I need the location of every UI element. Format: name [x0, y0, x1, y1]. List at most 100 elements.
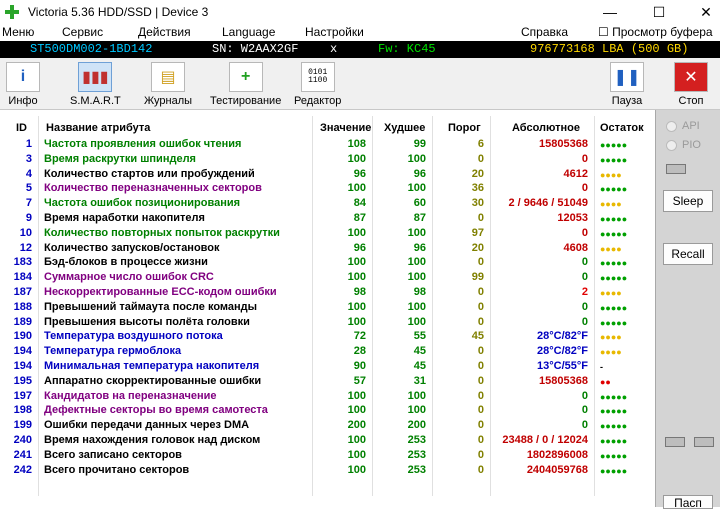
table-row[interactable]: 184 Суммарное число ошибок CRC 100 100 99 0 ●●…: [0, 271, 655, 286]
menu-help[interactable]: Справка: [521, 25, 568, 39]
close-button[interactable]: ✕: [684, 0, 720, 24]
cell-id: 183: [13, 256, 32, 269]
table-row[interactable]: 189 Превышения высоты полёта головки 100 10…: [0, 316, 655, 331]
cell-id: 242: [13, 463, 32, 476]
table-row[interactable]: 194 Температура гермоблока 28 45 0 28°C/82°F ●…: [0, 345, 655, 360]
cell-threshold: 36: [471, 182, 484, 195]
menu-service[interactable]: Сервис: [62, 25, 103, 39]
table-row[interactable]: 199 Ошибки передачи данных через DMA 200 20…: [0, 419, 655, 434]
cell-threshold: 30: [471, 197, 484, 210]
header-id[interactable]: ID: [16, 122, 27, 134]
journals-button[interactable]: ▤ Журналы: [144, 62, 192, 107]
cell-name: Частота проявления ошибок чтения: [44, 138, 242, 150]
testing-button[interactable]: + Тестирование: [210, 62, 281, 107]
table-row[interactable]: 195 Аппаратно скорректированные ошибки 57 3…: [0, 375, 655, 390]
cell-value: 100: [347, 315, 366, 328]
table-row[interactable]: 7 Частота ошибок позиционирования 84 60 30 2 …: [0, 197, 655, 212]
table-row[interactable]: 9 Время наработки накопителя 87 87 0 12053 ●●●…: [0, 212, 655, 227]
table-row[interactable]: 1 Частота проявления ошибок чтения 108 99 6 1…: [0, 138, 655, 153]
cell-value: 100: [347, 300, 366, 313]
menu-main[interactable]: Меню: [2, 25, 34, 39]
cell-raw: 2: [581, 286, 588, 298]
cell-threshold: 6: [477, 138, 484, 150]
cell-raw: 4608: [563, 241, 588, 254]
table-row[interactable]: 241 Всего записано секторов 100 253 0 1802896…: [0, 449, 655, 464]
table-row[interactable]: 188 Превышений таймаута после команды 100 1…: [0, 301, 655, 316]
cell-threshold: 99: [471, 271, 484, 284]
cell-rest: ●●●●●: [600, 273, 628, 284]
pio-label: PIO: [682, 139, 701, 151]
table-row[interactable]: 187 Нескорректированные ECC-кодом ошибки 9…: [0, 286, 655, 301]
cell-raw: 0: [581, 300, 588, 313]
sleep-button[interactable]: Sleep: [663, 190, 713, 212]
cell-name: Всего записано секторов: [44, 448, 182, 461]
table-row[interactable]: 4 Количество стартов или пробуждений 96 96 2…: [0, 168, 655, 183]
pio-radio[interactable]: PIO: [666, 139, 701, 151]
cell-value: 100: [347, 182, 366, 195]
cell-rest: ●●●●●: [600, 214, 628, 224]
header-name[interactable]: Название атрибута: [46, 122, 150, 134]
table-row[interactable]: 242 Всего прочитано секторов 100 253 0 240405…: [0, 464, 655, 479]
cell-id: 188: [13, 300, 32, 313]
cell-value: 100: [347, 271, 366, 284]
menu-actions[interactable]: Действия: [138, 25, 191, 39]
indicator-box: [665, 437, 685, 447]
table-header: ID Название атрибута Значение Худшее Пор…: [0, 120, 655, 138]
table-row[interactable]: 5 Количество переназначенных секторов 100 1…: [0, 182, 655, 197]
cell-rest: ●●●●: [600, 288, 622, 298]
recall-button[interactable]: Recall: [663, 243, 713, 265]
cell-value: 100: [347, 404, 366, 417]
stop-button[interactable]: ✕ Стоп: [674, 62, 708, 107]
cell-worst: 100: [407, 389, 426, 402]
cell-name: Время наработки накопителя: [44, 212, 205, 224]
smart-button[interactable]: ▮▮▮ S.M.A.R.T: [70, 62, 121, 107]
cell-raw: 0: [581, 226, 588, 239]
table-row[interactable]: 240 Время нахождения головок над диском 10…: [0, 434, 655, 449]
indicator-box: [666, 164, 686, 174]
cell-threshold: 0: [477, 286, 484, 298]
cell-raw: 0: [581, 152, 588, 165]
cell-id: 7: [25, 197, 32, 210]
cell-value: 84: [353, 197, 366, 210]
cell-id: 4: [25, 167, 32, 180]
editor-button[interactable]: 0101 1100 Редактор: [294, 62, 341, 107]
api-radio[interactable]: API: [666, 120, 700, 132]
header-raw[interactable]: Абсолютное: [512, 122, 580, 134]
header-threshold[interactable]: Порог: [448, 122, 481, 134]
cell-name: Время раскрутки шпинделя: [44, 152, 196, 165]
cell-rest: ●●●●: [600, 243, 622, 254]
info-button[interactable]: i Инфо: [6, 62, 40, 107]
pause-button[interactable]: ❚❚ Пауза: [610, 62, 644, 107]
menu-settings[interactable]: Настройки: [305, 25, 364, 39]
table-row[interactable]: 197 Кандидатов на переназначение 100 100 0 0 ●…: [0, 390, 655, 405]
cell-raw: 0: [581, 315, 588, 328]
cell-name: Превышения высоты полёта головки: [44, 315, 250, 328]
table-row[interactable]: 183 Бэд-блоков в процессе жизни 100 100 0 0 ●●…: [0, 256, 655, 271]
cell-id: 184: [13, 271, 32, 284]
cell-id: 12: [19, 241, 32, 254]
cell-worst: 100: [407, 182, 426, 195]
testing-label: Тестирование: [210, 95, 282, 107]
cell-worst: 100: [407, 256, 426, 269]
first-aid-icon: +: [228, 62, 263, 92]
cell-raw: 12053: [557, 212, 588, 224]
menu-language[interactable]: Language: [222, 25, 275, 39]
table-row[interactable]: 198 Дефектные секторы во время самотеста 1…: [0, 404, 655, 419]
cell-id: 197: [13, 389, 32, 402]
cell-rest: ●●●●●: [600, 184, 628, 195]
cell-id: 241: [13, 448, 32, 461]
header-worst[interactable]: Худшее: [384, 122, 425, 134]
maximize-button[interactable]: ☐: [637, 0, 681, 24]
cell-rest: ●●●●●: [600, 450, 628, 461]
header-value[interactable]: Значение: [320, 122, 371, 134]
table-row[interactable]: 12 Количество запусков/остановок 96 96 20 460…: [0, 242, 655, 257]
table-row[interactable]: 190 Температура воздушного потока 72 55 45 28…: [0, 330, 655, 345]
journals-label: Журналы: [144, 95, 193, 107]
table-row[interactable]: 3 Время раскрутки шпинделя 100 100 0 0 ●●●●●: [0, 153, 655, 168]
minimize-button[interactable]: —: [588, 0, 632, 24]
app-cross-icon: [4, 4, 20, 20]
table-row[interactable]: 10 Количество повторных попыток раскрутки…: [0, 227, 655, 242]
table-row[interactable]: 194 Минимальная температура накопителя 90 4…: [0, 360, 655, 375]
header-rest[interactable]: Остаток: [600, 122, 644, 134]
buffer-view-checkbox[interactable]: ☐ Просмотр буфера: [598, 25, 713, 39]
